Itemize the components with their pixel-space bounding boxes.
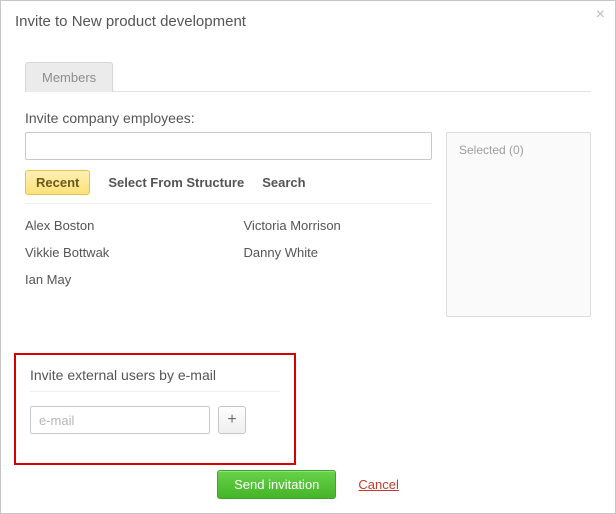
people-list: Alex Boston Vikkie Bottwak Ian May Victo… [25, 218, 432, 287]
employee-search-input[interactable] [25, 132, 432, 160]
tab-members[interactable]: Members [25, 62, 113, 92]
dialog-title: Invite to New product development [1, 1, 615, 41]
person-item[interactable]: Danny White [244, 245, 433, 260]
selected-count-label: Selected (0) [459, 143, 524, 157]
tabs-bar: Members [25, 61, 591, 92]
close-icon[interactable]: × [596, 7, 605, 23]
invite-dialog: Invite to New product development × Memb… [0, 0, 616, 514]
person-item[interactable]: Alex Boston [25, 218, 214, 233]
sub-tab-recent[interactable]: Recent [25, 170, 90, 195]
plus-icon: + [227, 412, 236, 428]
invite-employees-label: Invite company employees: [25, 110, 591, 126]
selected-panel: Selected (0) [446, 132, 591, 317]
person-item[interactable]: Vikkie Bottwak [25, 245, 214, 260]
dialog-actions: Send invitation Cancel [1, 470, 615, 499]
cancel-link[interactable]: Cancel [358, 477, 398, 492]
sub-tab-search[interactable]: Search [262, 175, 305, 190]
person-item[interactable]: Victoria Morrison [244, 218, 433, 233]
send-invitation-button[interactable]: Send invitation [217, 470, 336, 499]
external-invite-section: Invite external users by e-mail + [14, 353, 296, 465]
external-invite-label: Invite external users by e-mail [30, 367, 280, 392]
employee-sub-tabs: Recent Select From Structure Search [25, 170, 432, 204]
add-email-button[interactable]: + [218, 406, 246, 434]
sub-tab-structure[interactable]: Select From Structure [108, 175, 244, 190]
external-email-input[interactable] [30, 406, 210, 434]
person-item[interactable]: Ian May [25, 272, 214, 287]
